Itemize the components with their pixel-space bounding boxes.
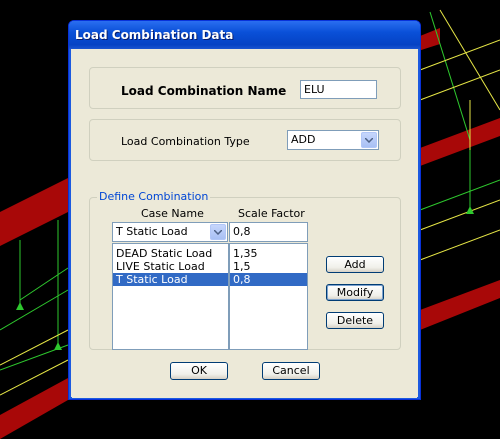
delete-button[interactable]: Delete — [326, 312, 384, 329]
chevron-down-icon[interactable] — [210, 224, 226, 240]
combination-name-label: Load Combination Name — [121, 84, 287, 98]
chevron-down-icon[interactable] — [361, 132, 377, 148]
cancel-button[interactable]: Cancel — [262, 362, 320, 380]
combination-type-select[interactable]: ADD — [287, 130, 379, 150]
scale-factor-header: Scale Factor — [238, 207, 305, 220]
define-combination-legend: Define Combination — [97, 190, 211, 203]
combination-type-label: Load Combination Type — [121, 135, 250, 148]
dialog-title[interactable]: Load Combination Data — [69, 21, 420, 49]
combination-name-input[interactable]: ELU — [300, 80, 377, 99]
combination-type-value: ADD — [291, 133, 316, 146]
list-item[interactable]: 0,8 — [230, 273, 307, 286]
case-name-select[interactable]: T Static Load — [112, 222, 228, 242]
add-button[interactable]: Add — [326, 256, 384, 273]
dialog-client-area: Load Combination Name ELU Load Combinati… — [72, 49, 417, 398]
name-group: Load Combination Name ELU — [89, 67, 401, 109]
define-combination-group: Define Combination Case Name Scale Facto… — [89, 190, 401, 350]
case-name-list[interactable]: DEAD Static Load LIVE Static Load T Stat… — [112, 243, 229, 350]
case-name-header: Case Name — [141, 207, 204, 220]
scale-factor-list[interactable]: 1,35 1,5 0,8 — [229, 243, 308, 350]
scale-factor-input[interactable]: 0,8 — [229, 222, 308, 242]
list-item[interactable]: T Static Load — [113, 273, 228, 286]
list-item[interactable]: DEAD Static Load — [113, 247, 228, 260]
case-name-value: T Static Load — [116, 225, 188, 238]
type-group: Load Combination Type ADD — [89, 119, 401, 161]
list-item[interactable]: 1,5 — [230, 260, 307, 273]
load-combination-dialog: Load Combination Data Load Combination N… — [68, 20, 421, 400]
ok-button[interactable]: OK — [170, 362, 228, 380]
modify-button[interactable]: Modify — [326, 284, 384, 301]
list-item[interactable]: LIVE Static Load — [113, 260, 228, 273]
list-item[interactable]: 1,35 — [230, 247, 307, 260]
